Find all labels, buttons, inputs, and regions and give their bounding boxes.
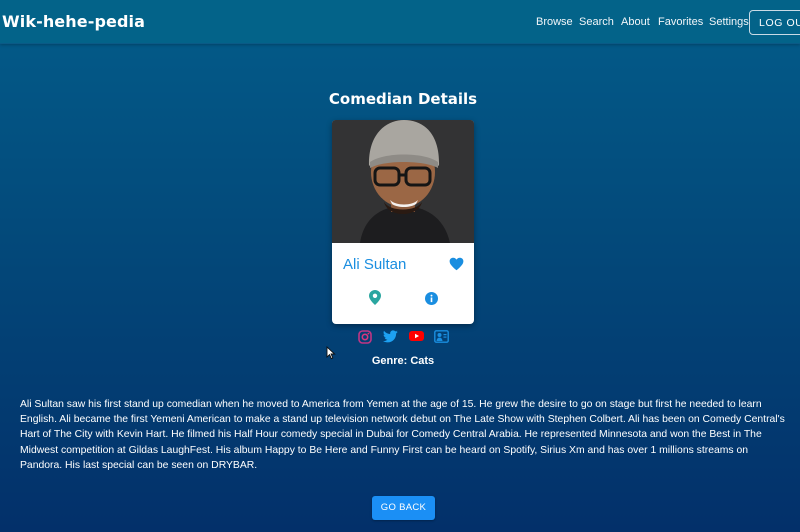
nav-about[interactable]: About xyxy=(621,16,650,28)
instagram-icon[interactable] xyxy=(358,330,372,344)
nav-settings[interactable]: Settings xyxy=(709,16,749,28)
twitter-icon[interactable] xyxy=(383,330,398,343)
comedian-bio: Ali Sultan saw his first stand up comedi… xyxy=(20,399,785,471)
favorite-heart-icon[interactable] xyxy=(449,257,464,271)
comedian-card: Ali Sultan xyxy=(332,120,474,324)
youtube-icon[interactable] xyxy=(409,330,424,342)
nav-search[interactable]: Search xyxy=(579,16,614,28)
top-navbar: Wik-hehe-pedia Browse Search About Favor… xyxy=(0,0,800,44)
logout-button[interactable]: LOG OUT xyxy=(749,10,800,35)
comedian-photo xyxy=(332,120,474,243)
genre-label: Genre: Cats xyxy=(371,355,435,367)
location-pin-icon[interactable] xyxy=(369,290,381,305)
go-back-button[interactable]: GO BACK xyxy=(372,496,435,520)
nav-browse[interactable]: Browse xyxy=(536,16,573,28)
nav-favorites[interactable]: Favorites xyxy=(658,16,703,28)
info-icon[interactable] xyxy=(425,292,438,305)
comedian-name: Ali Sultan xyxy=(343,256,407,273)
brand-logo[interactable]: Wik-hehe-pedia xyxy=(2,12,145,31)
website-icon[interactable] xyxy=(434,330,449,343)
page-title: Comedian Details xyxy=(328,90,478,108)
